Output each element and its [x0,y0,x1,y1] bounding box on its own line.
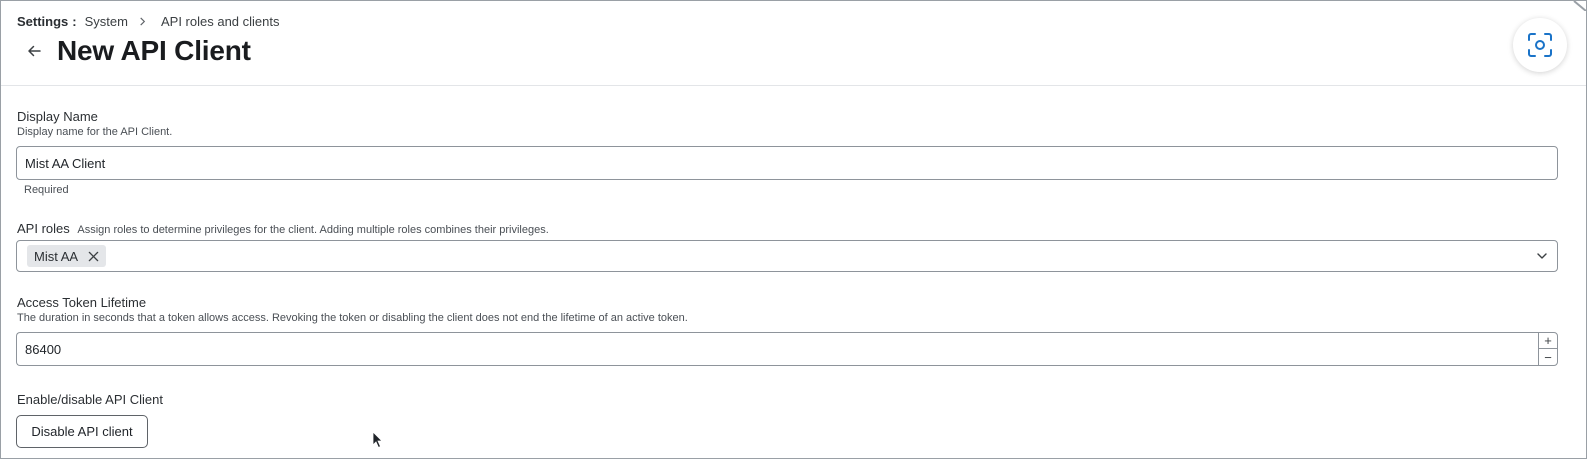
breadcrumb-root[interactable]: Settings [17,14,68,29]
page-title: New API Client [57,35,251,66]
breadcrumb-separator: : [72,14,77,29]
token-lifetime-stepper: + − [1538,332,1558,366]
role-chip-label: Mist AA [34,248,79,264]
role-chip: Mist AA [27,245,107,267]
decrement-button[interactable]: − [1539,349,1557,365]
api-roles-select[interactable]: Mist AA [16,240,1558,272]
arrow-left-icon[interactable] [23,40,45,62]
increment-button[interactable]: + [1539,333,1557,349]
enable-disable-label: Enable/disable API Client [17,392,163,407]
api-roles-description: Assign roles to determine privileges for… [77,224,549,236]
chevron-right-icon [138,17,147,26]
screen-capture-button[interactable] [1513,18,1567,72]
token-lifetime-label: Access Token Lifetime [17,295,147,310]
breadcrumb: Settings : System API roles and clients [17,14,280,29]
display-name-label: Display Name [17,109,98,124]
token-lifetime-field: + − [16,332,1558,366]
api-roles-label: API roles Assign roles to determine priv… [17,221,549,236]
breadcrumb-item-system[interactable]: System [85,14,128,29]
close-icon[interactable] [86,249,100,263]
display-name-description: Display name for the API Client. [17,126,173,138]
chevron-down-icon[interactable] [1536,250,1548,262]
token-lifetime-input[interactable] [16,332,1538,366]
mouse-pointer-icon [372,431,383,449]
disable-api-client-button[interactable]: Disable API client [16,415,148,448]
page-header: Settings : System API roles and clients … [1,1,1586,86]
display-name-helper: Required [24,184,69,196]
api-roles-label-text: API roles [17,221,70,236]
display-name-input[interactable] [16,146,1558,180]
app-window: Settings : System API roles and clients … [0,0,1587,459]
window-corner-icon [1573,1,1586,11]
token-lifetime-description: The duration in seconds that a token all… [17,312,688,324]
breadcrumb-item-api-roles[interactable]: API roles and clients [161,14,280,29]
screen-capture-icon [1528,33,1552,57]
title-row: New API Client [23,35,251,67]
